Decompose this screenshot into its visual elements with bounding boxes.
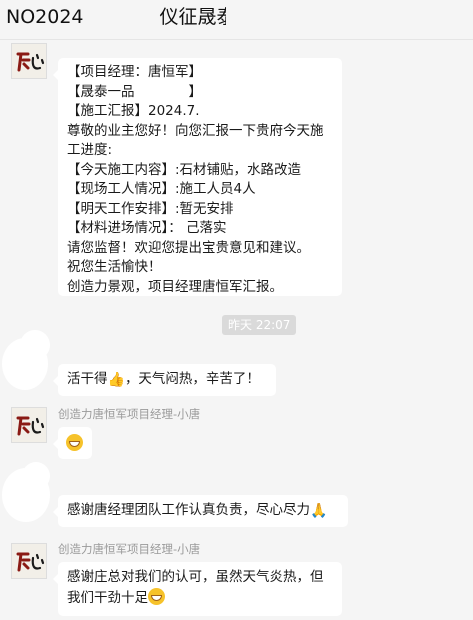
message-bubble[interactable]: 感谢庄总对我们的认可，虽然天气炎热，但 我们干劲十足 bbox=[53, 562, 342, 616]
message-line: 创造力景观，项目经理唐恒军汇报。 bbox=[67, 278, 283, 295]
message-line: 【明天工作安排】:暂无安排 bbox=[67, 200, 234, 217]
grinning-face-icon bbox=[148, 587, 165, 605]
message-line: 尊敬的业主您好！向您汇报一下贵府今天施 bbox=[67, 122, 324, 139]
chat-title: NO2024 仪征晟泰一 bbox=[6, 6, 255, 28]
message-line: 【项目经理：唐恒军】 bbox=[67, 64, 202, 80]
sender-name: 创造力唐恒军项目经理-小唐 bbox=[58, 407, 201, 421]
message-bubble[interactable]: 【项目经理：唐恒军】 【晟泰一品 】 【施工汇报】2024.7. 尊敬的业主您好… bbox=[53, 58, 342, 296]
message-line: 【施工汇报】2024.7. bbox=[67, 103, 200, 119]
message-bubble[interactable]: 感谢唐经理团队工作认真负责，尽心尽力🙏 bbox=[53, 495, 348, 527]
redaction-blob bbox=[20, 330, 50, 360]
message-text: 感谢唐经理团队工作认真负责，尽心尽力🙏 bbox=[67, 502, 327, 519]
sender-name: 创造力唐恒军项目经理-小唐 bbox=[58, 542, 201, 556]
sender-avatar[interactable] bbox=[11, 543, 47, 579]
redaction-mask bbox=[96, 6, 130, 26]
chat-header: NO2024 仪征晟泰一 bbox=[0, 0, 473, 40]
message-line: 工进度: bbox=[67, 142, 113, 158]
message-line: 【晟泰一品 】 bbox=[67, 83, 202, 100]
message-text: 活干得👍，天气闷热，辛苦了！ bbox=[67, 371, 260, 388]
grinning-face-icon bbox=[66, 434, 83, 451]
thumbs-up-icon: 👍 bbox=[107, 372, 125, 388]
message-line: 【材料进场情况】： 己落实 bbox=[67, 220, 227, 236]
message-line: 【今天施工内容】:石材铺贴，水路改造 bbox=[67, 161, 302, 178]
message-bubble[interactable] bbox=[53, 427, 92, 459]
message-line: 我们干劲十足 bbox=[67, 587, 333, 609]
message-line: 请您监督！欢迎您提出宝贵意见和建议。 bbox=[67, 239, 310, 256]
redaction-blob bbox=[22, 462, 50, 490]
praying-hands-icon: 🙏 bbox=[310, 503, 328, 519]
message-timestamp: 昨天 22:07 bbox=[222, 315, 297, 335]
message-line: 【现场工人情况】:施工人员4人 bbox=[67, 181, 256, 197]
message-line: 祝您生活愉快！ bbox=[67, 259, 162, 275]
sender-avatar[interactable] bbox=[11, 43, 47, 79]
redaction-mask bbox=[226, 3, 330, 31]
message-line: 感谢庄总对我们的认可，虽然天气炎热，但 bbox=[67, 569, 324, 585]
message-bubble[interactable]: 活干得👍，天气闷热，辛苦了！ bbox=[53, 364, 276, 396]
sender-avatar[interactable] bbox=[11, 407, 47, 443]
